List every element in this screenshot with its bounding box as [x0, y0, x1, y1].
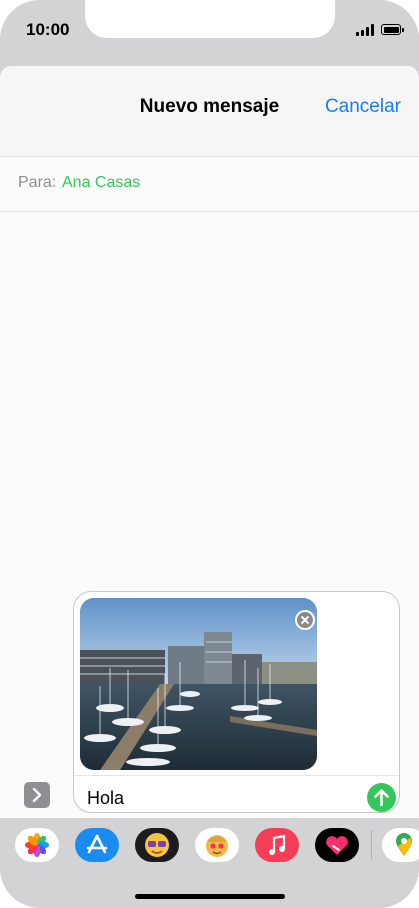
memoji-app-icon[interactable] — [135, 828, 179, 862]
memoji-stickers-app-icon[interactable] — [195, 828, 239, 862]
notch — [85, 0, 335, 38]
drawer-separator — [371, 830, 372, 860]
attached-photo[interactable] — [80, 598, 317, 770]
recipient-chip[interactable]: Ana Casas — [62, 174, 140, 192]
photos-app-icon[interactable] — [15, 828, 59, 862]
message-input[interactable]: Hola — [87, 788, 124, 809]
expand-apps-button[interactable] — [24, 782, 50, 808]
arrow-up-icon — [374, 789, 389, 807]
maps-app-icon[interactable] — [382, 828, 419, 862]
signal-icon — [356, 24, 374, 36]
status-time: 10:00 — [26, 20, 70, 39]
recipient-field[interactable]: Para: Ana Casas — [0, 157, 419, 212]
battery-icon — [381, 24, 404, 35]
app-store-app-icon[interactable] — [75, 828, 119, 862]
composer-divider — [74, 775, 399, 776]
nav-bar: Nuevo mensaje Cancelar — [0, 66, 419, 157]
recipient-label: Para: — [18, 174, 57, 191]
digital-touch-app-icon[interactable] — [315, 828, 359, 862]
home-indicator — [135, 894, 285, 899]
phone-screen: 10:00 Nuevo mensaje Cancelar Para: Ana C… — [0, 0, 419, 908]
cancel-button[interactable]: Cancelar — [325, 96, 401, 118]
music-app-icon[interactable] — [255, 828, 299, 862]
send-button[interactable] — [367, 783, 396, 812]
message-composer[interactable]: Hola — [73, 591, 400, 813]
remove-attachment-button[interactable] — [295, 610, 315, 630]
status-bar: 10:00 — [0, 0, 419, 66]
new-message-sheet: Nuevo mensaje Cancelar Para: Ana Casas H… — [0, 66, 419, 818]
harbor-photo-image — [80, 598, 317, 770]
chevron-right-icon — [32, 787, 42, 803]
app-drawer — [0, 818, 419, 874]
